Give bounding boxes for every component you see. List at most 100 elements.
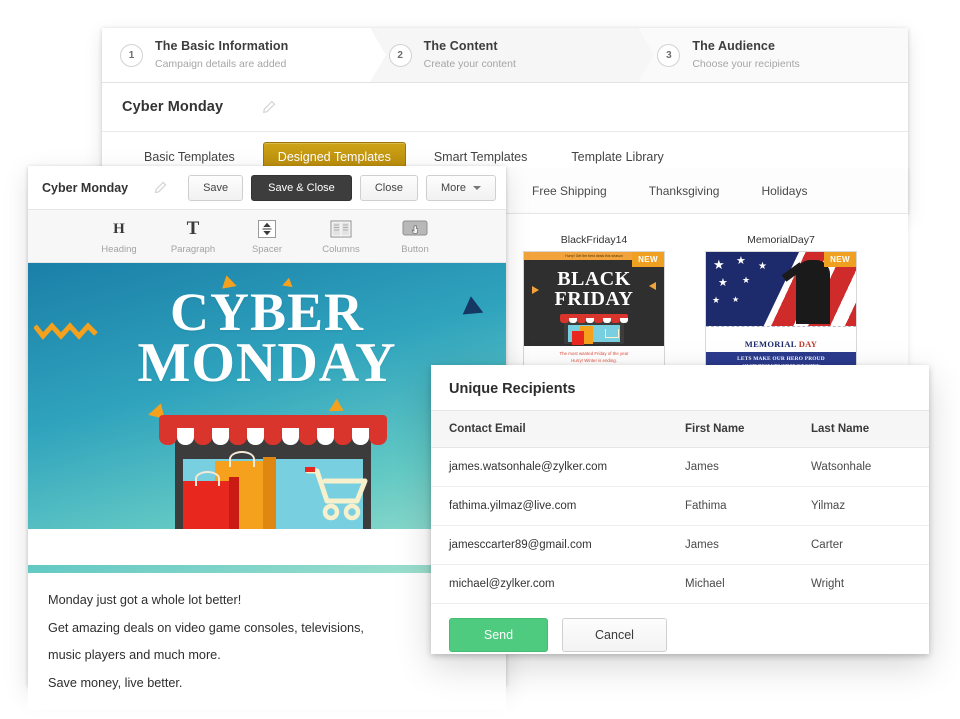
- spacer-icon: [230, 217, 304, 241]
- columns-icon: [304, 217, 378, 241]
- step-3-subtitle: Choose your recipients: [692, 57, 800, 70]
- tool-button-label: Button: [401, 244, 429, 255]
- recipients-table: Contact Email First Name Last Name james…: [431, 410, 929, 604]
- step-3-title: The Audience: [692, 39, 776, 54]
- table-row[interactable]: james.watsonhale@zylker.com James Watson…: [431, 447, 929, 487]
- cell-first-name: James: [685, 525, 811, 565]
- template-card-blackfriday[interactable]: BlackFriday14 NEW Hurry! Get the best de…: [523, 234, 665, 367]
- bag-handle: [229, 451, 255, 467]
- send-button[interactable]: Send: [449, 618, 548, 652]
- body-line-3: music players and much more.: [48, 648, 221, 663]
- chevron-down-icon: [473, 185, 481, 190]
- template-line-2: FRIDAY: [554, 288, 634, 310]
- new-badge: NEW: [632, 252, 664, 267]
- heading-icon: H: [113, 220, 125, 237]
- tool-paragraph-label: Paragraph: [170, 244, 216, 255]
- category-thanksgiving[interactable]: Thanksgiving: [649, 184, 720, 198]
- more-button-label: More: [440, 181, 466, 194]
- column-header-first-name: First Name: [685, 410, 811, 448]
- template-title: MEMORIAL DAY: [706, 335, 856, 352]
- shop-illustration-icon: [560, 312, 628, 346]
- template-thumbnail[interactable]: NEW ★ ★ ★ ★ ★ ★ ★ MEMORIAL DAY LETS MAKE…: [705, 251, 857, 367]
- tab-basic-templates[interactable]: Basic Templates: [122, 150, 257, 164]
- wizard-step-2[interactable]: 2 The Content Create your content: [370, 28, 655, 82]
- template-category-nav: Free Shipping Thanksgiving Holidays: [504, 168, 908, 214]
- tool-paragraph[interactable]: T Paragraph: [156, 217, 230, 255]
- category-free-shipping[interactable]: Free Shipping: [532, 184, 607, 198]
- unique-recipients-dialog: Unique Recipients Contact Email First Na…: [431, 365, 929, 654]
- save-and-close-button[interactable]: Save & Close: [251, 174, 352, 201]
- template-divider: [706, 326, 856, 335]
- step-1-subtitle: Campaign details are added: [155, 57, 287, 70]
- wizard-step-3[interactable]: 3 The Audience Choose your recipients: [639, 28, 909, 82]
- template-tagline-line-1: LETS MAKE OUR HERO PROUD: [737, 356, 825, 362]
- shop-illustration: [28, 415, 506, 565]
- shopping-cart-icon: [275, 467, 375, 528]
- editor-actions: Save Save & Close Close More: [188, 174, 496, 201]
- cell-last-name: Watsonhale: [811, 447, 929, 487]
- template-hero: BLACK FRIDAY: [524, 260, 664, 346]
- editor-title: Cyber Monday: [42, 180, 129, 195]
- paragraph-icon: T: [186, 218, 200, 239]
- step-1-number: 1: [120, 43, 143, 67]
- step-2-subtitle: Create your content: [423, 57, 516, 70]
- table-row[interactable]: fathima.yilmaz@live.com Fathima Yilmaz: [431, 486, 929, 526]
- body-line-4: Save money, live better.: [48, 676, 183, 691]
- template-card-memorialday[interactable]: MemorialDay7 NEW ★ ★ ★ ★ ★ ★ ★ MEMORIAL …: [705, 234, 857, 367]
- awning: [159, 415, 387, 445]
- template-caption-line-1: The most wanted Friday of the year: [559, 351, 629, 356]
- orange-bag-side: [263, 457, 276, 537]
- tool-spacer[interactable]: Spacer: [230, 217, 304, 255]
- table-row[interactable]: jamesccarter89@gmail.com James Carter: [431, 525, 929, 565]
- step-separator-icon: [369, 28, 386, 82]
- wizard-step-1[interactable]: 1 The Basic Information Campaign details…: [102, 28, 386, 82]
- tab-template-library[interactable]: Template Library: [549, 150, 685, 164]
- decor-triangle: [649, 282, 656, 290]
- column-header-contact-email: Contact Email: [431, 410, 685, 448]
- tool-spacer-label: Spacer: [251, 244, 283, 255]
- tool-columns[interactable]: Columns: [304, 217, 378, 255]
- dialog-footer: Send Cancel: [431, 604, 929, 666]
- tool-button[interactable]: Button: [378, 217, 452, 255]
- pencil-icon[interactable]: [261, 100, 276, 115]
- tool-heading-label: Heading: [101, 244, 137, 255]
- decor-zigzag: [33, 321, 100, 346]
- cell-first-name: James: [685, 447, 811, 487]
- step-3-number: 3: [657, 43, 681, 67]
- column-header-last-name: Last Name: [811, 410, 929, 448]
- step-2-title: The Content: [423, 39, 498, 54]
- bag-handle: [195, 471, 220, 486]
- decor-triangle: [532, 286, 539, 294]
- tab-smart-templates[interactable]: Smart Templates: [412, 150, 550, 164]
- template-title-b: DAY: [798, 339, 818, 349]
- body-line-2: Get amazing deals on video game consoles…: [48, 620, 364, 635]
- tool-columns-label: Columns: [322, 244, 360, 255]
- table-row[interactable]: michael@zylker.com Michael Wright: [431, 564, 929, 604]
- new-badge: NEW: [824, 252, 856, 267]
- cell-email: james.watsonhale@zylker.com: [431, 447, 685, 487]
- tool-heading[interactable]: H Heading: [82, 217, 156, 256]
- cancel-button[interactable]: Cancel: [562, 618, 667, 652]
- cell-last-name: Yilmaz: [811, 486, 929, 526]
- cell-first-name: Fathima: [685, 486, 811, 526]
- cell-email: fathima.yilmaz@live.com: [431, 486, 685, 526]
- template-title-a: MEMORIAL: [744, 339, 799, 349]
- campaign-name: Cyber Monday: [122, 99, 224, 115]
- close-button[interactable]: Close: [359, 174, 418, 201]
- dialog-title: Unique Recipients: [449, 381, 576, 397]
- step-1-title: The Basic Information: [155, 39, 289, 54]
- editor-header: Cyber Monday Save Save & Close Close Mor…: [28, 166, 506, 210]
- template-thumbnail[interactable]: NEW Hurry! Get the best deals this seaso…: [523, 251, 665, 367]
- template-caption: The most wanted Friday of the year Hurry…: [524, 346, 664, 366]
- more-button[interactable]: More: [425, 174, 496, 201]
- wizard-step-bar: 1 The Basic Information Campaign details…: [102, 28, 909, 83]
- cell-first-name: Michael: [685, 564, 811, 604]
- save-button[interactable]: Save: [188, 174, 244, 201]
- button-icon: [378, 217, 452, 241]
- campaign-name-row: Cyber Monday: [102, 83, 908, 132]
- category-holidays[interactable]: Holidays: [761, 184, 807, 198]
- pencil-icon[interactable]: [153, 181, 167, 195]
- cell-last-name: Carter: [811, 525, 929, 565]
- table-header-row: Contact Email First Name Last Name: [431, 410, 929, 448]
- cell-last-name: Wright: [811, 564, 929, 604]
